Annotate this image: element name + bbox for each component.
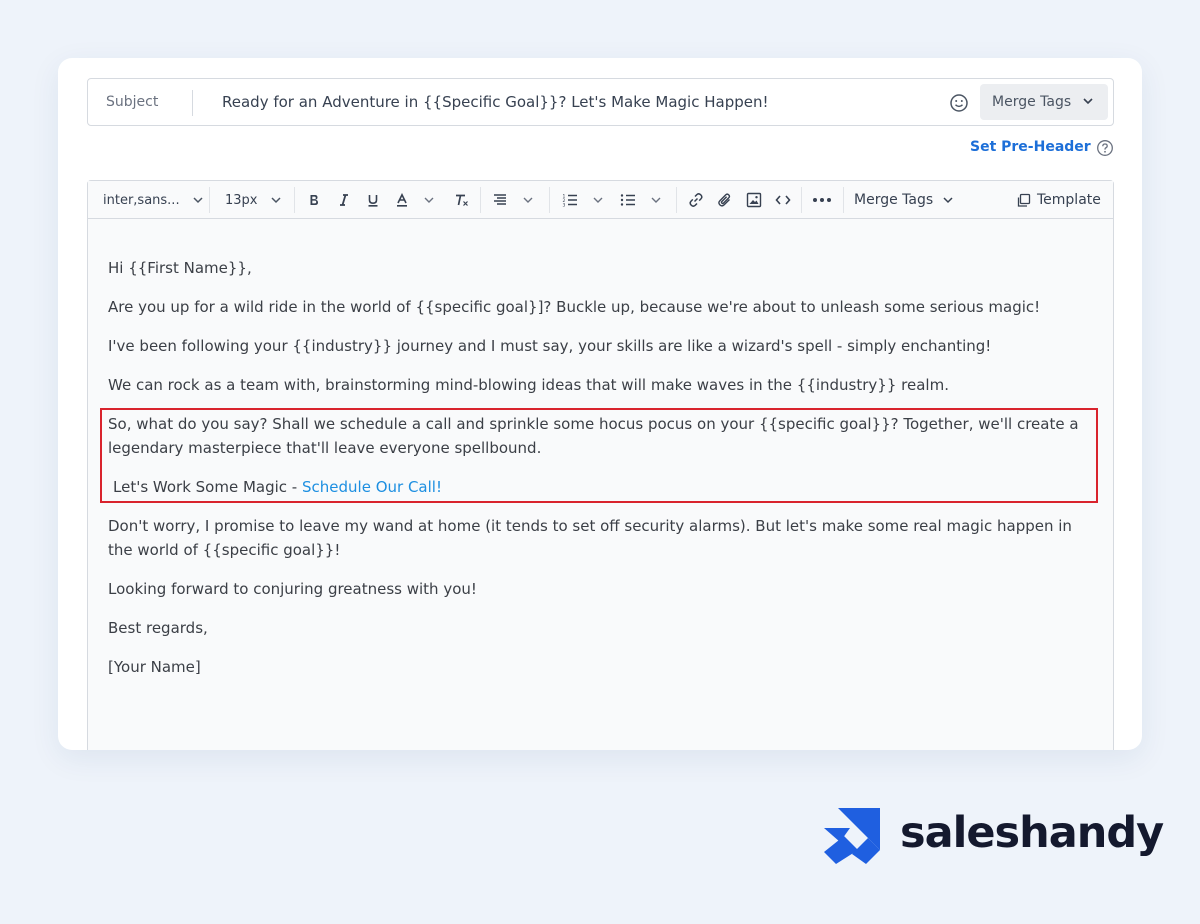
toolbar-divider	[549, 187, 550, 213]
set-preheader-link[interactable]: Set Pre-Header	[970, 139, 1091, 155]
font-size-value: 13px	[225, 192, 258, 208]
body-paragraph: Looking forward to conjuring greatness w…	[108, 580, 477, 598]
cta-prefix: Let's Work Some Magic -	[113, 478, 302, 496]
copy-template-icon	[1017, 193, 1031, 207]
insert-image-button[interactable]	[746, 181, 762, 219]
code-icon	[775, 195, 791, 205]
email-body[interactable]: Hi {{First Name}}, Are you up for a wild…	[108, 219, 1088, 694]
body-paragraph: We can rock as a team with, brainstormin…	[108, 376, 949, 394]
greeting-text: Hi {{First Name}},	[108, 259, 252, 277]
chevron-down-icon	[270, 191, 282, 210]
closing-text: Best regards,	[108, 619, 208, 637]
text-color-icon	[397, 193, 407, 207]
clear-formatting-icon	[456, 194, 468, 206]
ordered-list-button[interactable]: 123	[562, 181, 604, 219]
font-size-select[interactable]: 13px	[225, 181, 282, 219]
subject-label: Subject	[106, 94, 159, 110]
image-icon	[746, 192, 762, 208]
emoji-icon[interactable]	[948, 92, 970, 114]
paperclip-icon	[718, 193, 731, 207]
template-label: Template	[1037, 192, 1101, 208]
source-code-button[interactable]	[775, 181, 791, 219]
bold-button[interactable]	[307, 181, 321, 219]
chevron-down-icon	[942, 191, 954, 210]
toolbar-divider	[676, 187, 677, 213]
more-options-button[interactable]	[812, 181, 832, 219]
insert-link-button[interactable]	[688, 181, 704, 219]
chevron-down-icon	[423, 191, 435, 210]
subject-divider	[192, 90, 193, 116]
underline-icon	[368, 195, 378, 207]
link-icon	[689, 193, 703, 207]
body-paragraph: I've been following your {{industry}} jo…	[108, 337, 992, 355]
help-icon[interactable]	[1096, 139, 1114, 161]
schedule-call-link[interactable]: Schedule Our Call!	[302, 478, 442, 496]
cta-line: Let's Work Some Magic - Schedule Our Cal…	[108, 475, 1088, 499]
toolbar-merge-tags-label: Merge Tags	[854, 192, 934, 208]
signature-text: [Your Name]	[108, 658, 201, 676]
subject-input[interactable]	[222, 88, 922, 116]
toolbar-divider	[843, 187, 844, 213]
text-color-button[interactable]	[395, 181, 435, 219]
clear-formatting-button[interactable]	[454, 181, 470, 219]
chevron-down-icon	[192, 191, 204, 210]
subject-merge-tags-label: Merge Tags	[992, 94, 1072, 110]
chevron-down-icon	[522, 191, 534, 210]
bold-icon	[310, 195, 318, 205]
chevron-down-icon	[1082, 95, 1094, 111]
underline-button[interactable]	[366, 181, 380, 219]
align-button[interactable]	[492, 181, 534, 219]
bullet-list-button[interactable]	[620, 181, 662, 219]
brand-logo: saleshandy	[822, 806, 1164, 866]
font-family-select[interactable]: inter,sans...	[103, 181, 204, 219]
toolbar-merge-tags-button[interactable]: Merge Tags	[854, 181, 954, 219]
email-editor: inter,sans... 13px 1 2 3 Merge Tags Temp…	[87, 180, 1114, 750]
subject-merge-tags-button[interactable]: Merge Tags	[980, 84, 1108, 120]
bullet-list-icon	[620, 194, 635, 206]
chevron-down-icon	[650, 191, 662, 210]
font-family-value: inter,sans...	[103, 192, 180, 208]
more-horizontal-icon	[813, 198, 831, 202]
subject-row: Subject Merge Tags	[87, 78, 1114, 126]
template-button[interactable]: Template	[1016, 181, 1101, 219]
toolbar-divider	[294, 187, 295, 213]
ordered-list-icon: 123	[563, 194, 577, 208]
body-paragraph: Are you up for a wild ride in the world …	[108, 298, 1041, 316]
align-right-icon	[494, 194, 506, 205]
italic-icon	[340, 194, 348, 206]
brand-name: saleshandy	[900, 808, 1164, 858]
svg-text:3: 3	[563, 203, 566, 208]
saleshandy-logo-icon	[824, 808, 880, 864]
chevron-down-icon	[592, 191, 604, 210]
editor-toolbar: inter,sans... 13px 1 2 3 Merge Tags Temp…	[88, 181, 1113, 219]
email-composer-card: Subject Merge Tags Set Pre-Header inter,…	[58, 58, 1142, 750]
toolbar-divider	[209, 187, 210, 213]
attachment-button[interactable]	[717, 181, 733, 219]
body-paragraph: Don't worry, I promise to leave my wand …	[108, 517, 1072, 559]
toolbar-divider	[801, 187, 802, 213]
italic-button[interactable]	[337, 181, 351, 219]
body-paragraph: So, what do you say? Shall we schedule a…	[108, 415, 1079, 457]
toolbar-divider	[480, 187, 481, 213]
